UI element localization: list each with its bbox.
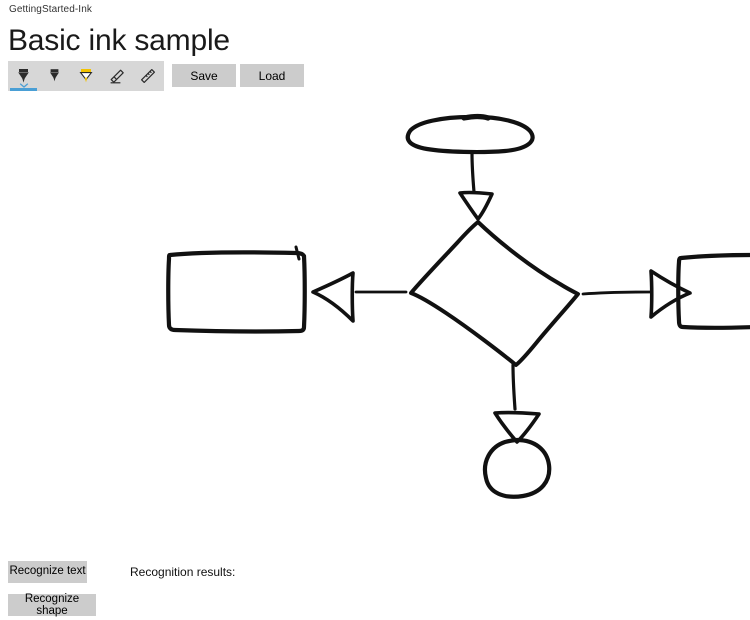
ink-ellipse-start (405, 114, 535, 155)
app-name-label: GettingStarted-Ink (9, 4, 92, 15)
ink-line-ellipse-diamond (470, 151, 476, 194)
recognize-shape-button[interactable]: Recognize shape (8, 593, 96, 616)
ink-toolbar (8, 61, 164, 91)
ink-line-diamond-circle (511, 363, 517, 411)
ink-rectangle-left-overshoot (294, 245, 301, 261)
ink-arrowhead-diamond-right (649, 269, 692, 319)
tool-ballpoint-pen[interactable] (8, 61, 39, 91)
pencil-icon (47, 67, 62, 85)
chevron-down-icon[interactable] (19, 83, 28, 88)
tool-eraser[interactable] (101, 61, 132, 91)
ink-arrowhead-diamond-circle (493, 410, 541, 444)
recognize-text-button[interactable]: Recognize text (8, 561, 87, 583)
ink-arrowhead-diamond-left (311, 271, 355, 323)
ink-circle-end (482, 437, 552, 499)
page-title: Basic ink sample (8, 24, 230, 57)
ink-line-diamond-right (581, 290, 652, 296)
ink-ellipse-start-overshoot (461, 113, 491, 121)
ink-strokes (166, 113, 750, 499)
load-button[interactable]: Load (240, 64, 304, 87)
save-button[interactable]: Save (172, 64, 236, 87)
eraser-icon (108, 67, 126, 85)
ink-rectangle-left (166, 250, 307, 334)
tool-pencil[interactable] (39, 61, 70, 91)
tool-highlighter[interactable] (70, 61, 101, 91)
ink-arrowhead-ellipse-diamond (458, 190, 494, 221)
highlighter-icon (78, 67, 94, 85)
tool-ruler[interactable] (132, 61, 163, 91)
ink-canvas[interactable] (0, 95, 750, 550)
recognition-results-label: Recognition results: (130, 565, 236, 579)
ink-diamond-decision (409, 220, 580, 367)
ruler-icon (139, 67, 157, 85)
